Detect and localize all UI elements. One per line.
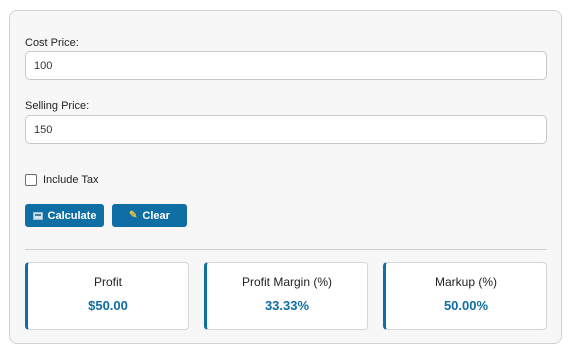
include-tax-label: Include Tax: [43, 174, 99, 186]
include-tax-checkbox[interactable]: [25, 174, 37, 186]
cost-price-input[interactable]: [25, 51, 547, 80]
result-title: Profit Margin (%): [241, 275, 333, 289]
selling-price-input[interactable]: [25, 115, 547, 144]
calculator-icon: [32, 211, 43, 220]
result-title: Profit: [93, 275, 122, 289]
result-title: Markup (%): [434, 275, 497, 289]
selling-price-label: Selling Price:: [25, 100, 90, 112]
result-card-markup: Markup (%) 50.00%: [383, 262, 547, 330]
result-value: 33.33%: [264, 298, 310, 313]
include-tax-row[interactable]: Include Tax: [25, 174, 98, 186]
result-card-profit: Profit $50.00: [25, 262, 189, 330]
calculate-button[interactable]: Calculate: [25, 204, 104, 227]
cost-price-label: Cost Price:: [25, 37, 79, 49]
clear-button-label: Clear: [142, 209, 170, 222]
calculate-button-label: Calculate: [47, 209, 97, 222]
result-card-profit-margin: Profit Margin (%) 33.33%: [204, 262, 368, 330]
result-value: 50.00%: [443, 298, 489, 313]
broom-icon: ✎: [129, 209, 138, 221]
divider: [25, 249, 547, 250]
calculator-panel: Cost Price: Selling Price: Include Tax C…: [9, 10, 562, 344]
clear-button[interactable]: ✎ Clear: [112, 204, 187, 227]
result-value: $50.00: [88, 298, 128, 313]
